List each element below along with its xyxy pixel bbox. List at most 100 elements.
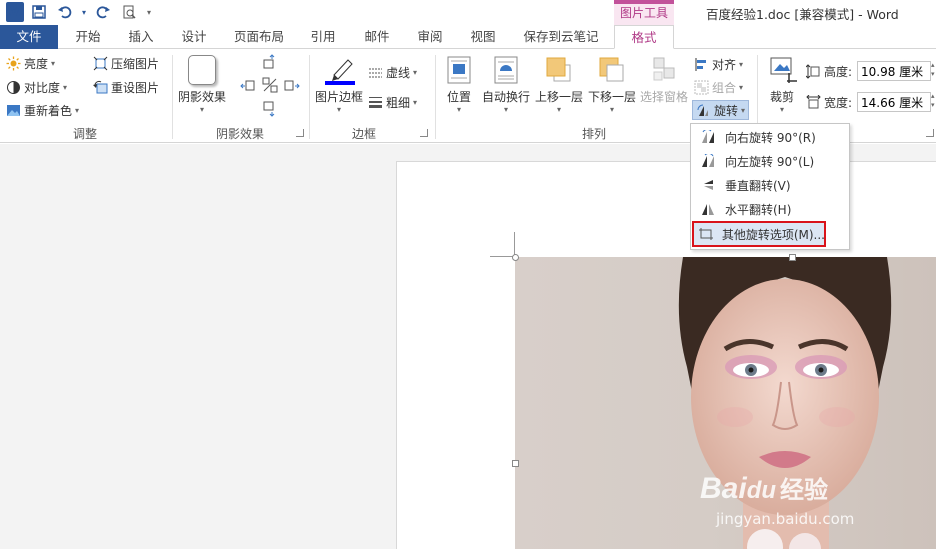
chevron-down-icon: ▾ [779, 105, 784, 114]
tab-insert[interactable]: 插入 [117, 25, 165, 49]
shadow-group-launcher-icon[interactable] [296, 129, 304, 137]
watermark-paw: du [746, 477, 777, 504]
menu-item-more-rotation-options[interactable]: 其他旋转选项(M)... [692, 221, 826, 247]
group-icon [694, 80, 709, 95]
menu-item-rotate-right[interactable]: 向右旋转 90°(R) [693, 125, 847, 149]
resize-handle-top-left[interactable] [512, 254, 519, 261]
dashes-label: 虚线 [386, 65, 411, 80]
weight-button[interactable]: 粗细 ▾ [368, 92, 417, 112]
customize-icon[interactable]: ▾ [144, 2, 154, 22]
undo-icon[interactable] [54, 2, 76, 22]
arrange-group-label: 排列 [581, 127, 606, 141]
contrast-icon [6, 80, 21, 95]
send-backward-icon [597, 55, 627, 85]
width-input[interactable] [857, 92, 931, 112]
undo-dropdown-icon[interactable]: ▾ [80, 2, 88, 22]
save-icon[interactable] [28, 2, 50, 22]
tab-review[interactable]: 审阅 [406, 25, 454, 49]
group-button: 组合 ▾ [694, 77, 743, 97]
compress-label: 压缩图片 [111, 56, 160, 71]
selection-pane-button: 选择窗格 [638, 55, 690, 105]
bring-forward-button[interactable]: 上移一层 ▾ [533, 55, 585, 114]
tab-format[interactable]: 格式 [614, 25, 674, 49]
shadow-nudge-up-icon[interactable] [262, 54, 278, 70]
rotate-button[interactable]: 旋转 ▾ [692, 100, 750, 120]
height-input[interactable] [857, 61, 931, 81]
align-button[interactable]: 对齐 ▾ [694, 54, 743, 74]
shadow-nudge-down-icon[interactable] [262, 101, 278, 117]
group-divider [435, 55, 436, 139]
wrap-text-icon [491, 55, 521, 85]
wrap-text-button[interactable]: 自动换行 ▾ [480, 55, 532, 114]
shadow-effects-label: 阴影效果 [177, 90, 226, 104]
height-spinner[interactable]: ▴ ▾ [931, 61, 936, 81]
tab-design[interactable]: 设计 [170, 25, 218, 49]
chevron-down-icon: ▾ [413, 67, 418, 77]
menu-item-label: 水平翻转(H) [725, 202, 792, 217]
shadow-nudge-right-icon[interactable] [284, 77, 300, 93]
crop-mark [514, 232, 515, 256]
shadow-effects-button[interactable]: 阴影效果 ▾ [176, 55, 228, 114]
dashes-icon [368, 65, 383, 80]
chevron-down-icon: ▾ [741, 105, 746, 115]
recolor-button[interactable]: 重新着色 ▾ [6, 100, 79, 120]
reset-picture-icon [93, 80, 108, 95]
picture-border-label: 图片边框 [314, 90, 363, 104]
width-control: 宽度: [806, 92, 852, 112]
redo-icon[interactable] [92, 2, 114, 22]
shadow-nudge-left-icon[interactable] [240, 77, 256, 93]
tab-references[interactable]: 引用 [299, 25, 347, 49]
shadow-group-label: 阴影效果 [215, 127, 264, 141]
rotate-right-icon [697, 129, 719, 145]
reset-label: 重设图片 [111, 80, 160, 95]
resize-handle-top-middle[interactable] [789, 254, 796, 261]
chevron-down-icon: ▾ [51, 58, 56, 68]
adjust-group-label: 调整 [72, 127, 97, 141]
tab-page-layout[interactable]: 页面布局 [226, 25, 292, 49]
position-button[interactable]: 位置 ▾ [440, 55, 478, 114]
weight-label: 粗细 [386, 95, 411, 110]
watermark-cn: 经验 [780, 477, 829, 504]
crop-button[interactable]: 裁剪 ▾ [762, 55, 802, 114]
chevron-down-icon: ▾ [413, 97, 418, 107]
picture-border-button[interactable]: 图片边框 ▾ [313, 55, 365, 114]
tab-mailings[interactable]: 邮件 [353, 25, 401, 49]
brightness-button[interactable]: 亮度 ▾ [6, 53, 55, 73]
menu-item-rotate-left[interactable]: 向左旋转 90°(L) [693, 149, 847, 173]
tab-view[interactable]: 视图 [459, 25, 507, 49]
watermark-brand: Bai [700, 472, 747, 505]
selection-pane-icon [649, 55, 679, 85]
reset-picture-button[interactable]: 重设图片 [93, 77, 159, 97]
quick-access-toolbar: W ▾ ▾ [6, 2, 154, 22]
dashes-button[interactable]: 虚线 ▾ [368, 62, 417, 82]
send-backward-button[interactable]: 下移一层 ▾ [586, 55, 638, 114]
border-group-launcher-icon[interactable] [420, 129, 428, 137]
rotate-left-icon [697, 153, 719, 169]
tab-save-to-cloud-notes[interactable]: 保存到云笔记 [514, 25, 608, 49]
resize-handle-middle-left[interactable] [512, 460, 519, 467]
align-icon [694, 57, 709, 72]
menu-item-flip-horizontal[interactable]: 水平翻转(H) [693, 197, 847, 221]
flip-horizontal-icon [697, 201, 719, 217]
chevron-down-icon: ▾ [456, 105, 461, 114]
menu-item-label: 向右旋转 90°(R) [725, 130, 816, 145]
width-icon [806, 94, 821, 110]
group-label: 组合 [712, 80, 737, 95]
position-label: 位置 [446, 90, 471, 104]
shadow-toggle-icon[interactable] [262, 77, 278, 93]
menu-item-flip-vertical[interactable]: 垂直翻转(V) [693, 173, 847, 197]
contrast-button[interactable]: 对比度 ▾ [6, 77, 67, 97]
rotate-dropdown-menu: 向右旋转 90°(R) 向左旋转 90°(L) 垂直翻转(V) 水平翻转(H) … [690, 123, 850, 250]
pen-icon [324, 55, 355, 85]
width-spinner[interactable]: ▴ ▾ [931, 92, 936, 112]
chevron-down-icon: ▾ [609, 105, 614, 114]
compress-pictures-button[interactable]: 压缩图片 [93, 53, 159, 73]
rotate-icon [696, 103, 711, 118]
size-group-launcher-icon[interactable] [926, 129, 934, 137]
tab-file[interactable]: 文件 [0, 25, 58, 49]
align-label: 对齐 [712, 57, 737, 72]
print-preview-icon[interactable] [118, 2, 140, 22]
menu-item-label: 其他旋转选项(M)... [721, 227, 825, 242]
tab-home[interactable]: 开始 [64, 25, 112, 49]
document-title: 百度经验1.doc [兼容模式] - Word [706, 7, 899, 22]
